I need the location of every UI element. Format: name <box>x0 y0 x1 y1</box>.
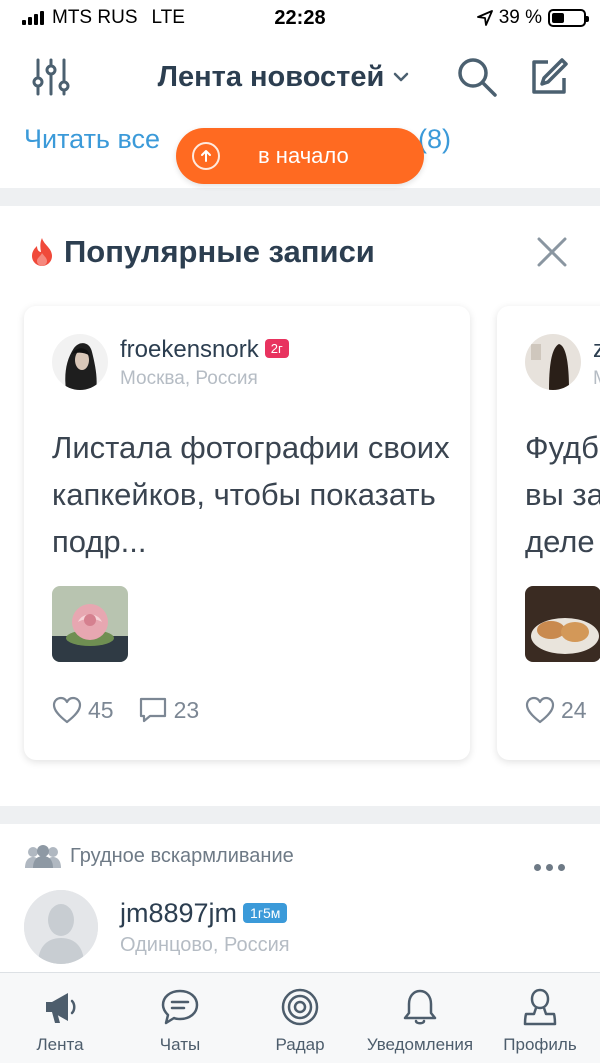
post-thumbnail[interactable] <box>525 586 600 662</box>
status-left: MTS RUS LTE <box>22 7 185 29</box>
author-name: jm8897jm <box>120 898 238 928</box>
comment-button[interactable]: 23 <box>138 696 200 724</box>
scroll-to-top-button[interactable]: в начало <box>176 128 424 184</box>
location-arrow-icon <box>476 10 493 26</box>
tab-label: Уведомления <box>366 1035 474 1054</box>
compose-button[interactable] <box>526 54 572 100</box>
search-icon <box>458 58 497 97</box>
default-avatar-icon <box>24 890 98 964</box>
author-location: Москва, Россия <box>120 368 258 389</box>
scroll-to-top-label: в начало <box>258 143 349 168</box>
child-age-badge: 2г <box>264 339 289 358</box>
child-age-badge: 1г5м <box>243 903 288 923</box>
fire-icon <box>32 238 52 266</box>
close-icon <box>537 237 567 267</box>
author-location: М <box>593 368 600 390</box>
battery-percent: 39 % <box>498 7 542 28</box>
signal-icon <box>22 11 44 25</box>
tab-radar[interactable]: Радар <box>240 973 360 1063</box>
heart-icon <box>52 696 82 724</box>
app-header: Лента новостей <box>0 36 600 118</box>
status-right: 39 % <box>476 7 589 29</box>
more-options-button[interactable] <box>534 864 565 871</box>
popular-card[interactable]: z М Фудб вы за деле 24 <box>497 306 600 760</box>
tab-feed[interactable]: Лента <box>0 973 120 1063</box>
tab-profile[interactable]: Профиль <box>480 973 600 1063</box>
chevron-down-icon <box>394 72 409 82</box>
card-stats: 45 23 <box>52 696 199 724</box>
tab-label: Чаты <box>159 1035 201 1054</box>
comment-count: 23 <box>173 696 200 723</box>
community-link[interactable]: Грудное вскармливание <box>24 844 294 868</box>
community-name: Грудное вскармливание <box>70 844 294 867</box>
status-time: 22:28 <box>274 6 326 29</box>
tab-label: Радар <box>275 1035 325 1054</box>
community-icon <box>25 845 61 868</box>
card-author[interactable]: z <box>593 336 600 364</box>
post-author[interactable]: jm8897jm 1г5м <box>120 898 288 929</box>
author-name: z <box>593 336 600 363</box>
header-actions <box>454 54 572 100</box>
network-label: LTE <box>151 7 185 28</box>
section-divider <box>0 806 600 824</box>
author-name: froekensnork <box>120 336 259 363</box>
battery-icon <box>548 9 589 27</box>
feed-title-dropdown[interactable]: Лента новостей <box>158 61 411 94</box>
read-all-link[interactable]: Читать все <box>24 124 160 155</box>
tab-label: Лента <box>36 1035 84 1054</box>
bottom-tab-bar: Лента Чаты Радар Уведомления Профиль <box>0 972 600 1063</box>
avatar[interactable] <box>525 334 581 390</box>
profile-icon <box>523 988 557 1026</box>
close-popular-button[interactable] <box>532 232 572 272</box>
radar-icon <box>281 988 319 1026</box>
card-text: Листала фотографии своих капкейков, чтоб… <box>52 430 450 559</box>
popular-title: Популярные записи <box>64 234 375 269</box>
search-button[interactable] <box>454 54 500 100</box>
filter-sliders-icon <box>32 58 70 96</box>
like-button[interactable]: 24 <box>525 696 587 724</box>
arrow-up-circle-icon <box>192 142 220 170</box>
popular-section: Популярные записи froekensnork 2г Москва,… <box>0 206 600 806</box>
like-button[interactable]: 45 <box>52 696 114 724</box>
post-thumbnail[interactable] <box>52 586 128 662</box>
heart-icon <box>525 696 555 724</box>
section-divider <box>0 188 600 206</box>
card-author[interactable]: froekensnork 2г <box>120 336 289 364</box>
like-count: 24 <box>561 696 587 723</box>
tab-notifications[interactable]: Уведомления <box>360 973 480 1063</box>
feed-post[interactable]: Грудное вскармливание jm8897jm 1г5м Одинц… <box>0 824 600 974</box>
battery-level <box>552 13 564 23</box>
avatar[interactable] <box>24 890 98 964</box>
author-location: Одинцово, Россия <box>120 934 290 956</box>
card-stats: 24 <box>525 696 587 724</box>
popular-card[interactable]: froekensnork 2г Москва, Россия Листала фо… <box>24 306 470 760</box>
popular-header: Популярные записи <box>28 234 375 270</box>
card-text: Фудб вы за деле <box>525 430 600 559</box>
tab-chats[interactable]: Чаты <box>120 973 240 1063</box>
page-title: Лента новостей <box>157 60 385 93</box>
chat-icon <box>161 989 199 1025</box>
megaphone-icon <box>46 993 76 1023</box>
bell-icon <box>403 989 437 1025</box>
like-count: 45 <box>88 696 114 723</box>
avatar[interactable] <box>52 334 108 390</box>
filter-button[interactable] <box>28 54 74 100</box>
comment-icon <box>139 697 166 723</box>
tab-label: Профиль <box>503 1035 577 1054</box>
carrier-label: MTS RUS <box>52 7 138 28</box>
compose-icon <box>532 58 568 94</box>
status-bar: MTS RUS LTE 22:28 39 % <box>0 0 600 36</box>
